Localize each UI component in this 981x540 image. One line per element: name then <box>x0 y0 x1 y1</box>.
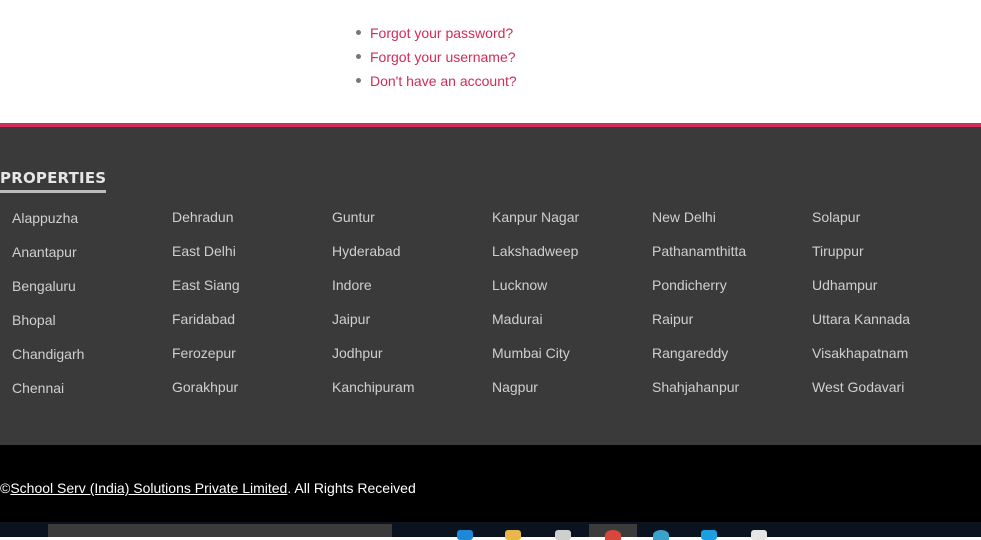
properties-column: Solapur Tiruppur Udhampur Uttara Kannada… <box>812 207 972 411</box>
property-link[interactable]: Uttara Kannada <box>812 309 972 343</box>
properties-footer: PROPERTIES Alappuzha Anantapur Bengaluru… <box>0 123 981 445</box>
store-icon[interactable] <box>555 530 571 540</box>
properties-column: New Delhi Pathanamthitta Pondicherry Rai… <box>652 207 812 411</box>
property-link[interactable]: Kanpur Nagar <box>492 207 652 241</box>
property-link[interactable]: Nagpur <box>492 377 652 411</box>
property-link[interactable]: Pathanamthitta <box>652 241 812 275</box>
account-links-section: Forgot your password? Forgot your userna… <box>0 0 981 123</box>
list-item: Forgot your username? <box>356 46 517 70</box>
properties-column: Guntur Hyderabad Indore Jaipur Jodhpur K… <box>332 207 492 411</box>
property-link[interactable]: Raipur <box>652 309 812 343</box>
file-explorer-icon[interactable] <box>505 530 521 540</box>
properties-column: Kanpur Nagar Lakshadweep Lucknow Madurai… <box>492 207 652 411</box>
forgot-password-link[interactable]: Forgot your password? <box>370 25 513 41</box>
property-link[interactable]: Solapur <box>812 207 972 241</box>
taskbar-search-box[interactable] <box>48 524 392 537</box>
chrome-icon[interactable] <box>605 530 621 540</box>
property-link[interactable]: West Godavari <box>812 377 972 411</box>
property-link[interactable]: Lucknow <box>492 275 652 309</box>
property-link[interactable]: Guntur <box>332 207 492 241</box>
skype-icon[interactable] <box>701 530 717 540</box>
property-link[interactable]: Chennai <box>12 378 172 412</box>
list-item: Don't have an account? <box>356 70 517 94</box>
property-link[interactable]: Jodhpur <box>332 343 492 377</box>
edge-icon[interactable] <box>457 530 473 540</box>
property-link[interactable]: Tiruppur <box>812 241 972 275</box>
property-link[interactable]: East Delhi <box>172 241 332 275</box>
property-link[interactable]: Hyderabad <box>332 241 492 275</box>
property-link[interactable]: Mumbai City <box>492 343 652 377</box>
bullet-icon <box>356 54 361 59</box>
property-link[interactable]: Madurai <box>492 309 652 343</box>
property-link[interactable]: Lakshadweep <box>492 241 652 275</box>
account-links-list: Forgot your password? Forgot your userna… <box>356 22 517 94</box>
property-link[interactable]: Ferozepur <box>172 343 332 377</box>
property-link[interactable]: Jaipur <box>332 309 492 343</box>
property-link[interactable]: Chandigarh <box>12 344 172 378</box>
properties-grid: Alappuzha Anantapur Bengaluru Bhopal Cha… <box>12 207 972 427</box>
property-link[interactable]: New Delhi <box>652 207 812 241</box>
bullet-icon <box>356 78 361 83</box>
properties-column: Alappuzha Anantapur Bengaluru Bhopal Cha… <box>12 207 172 412</box>
copyright-text: ©School Serv (India) Solutions Private L… <box>0 480 416 496</box>
taskbar <box>0 522 981 540</box>
property-link[interactable]: Rangareddy <box>652 343 812 377</box>
property-link[interactable]: Gorakhpur <box>172 377 332 411</box>
property-link[interactable]: Alappuzha <box>12 208 172 242</box>
rights-text: . All Rights Received <box>287 480 416 496</box>
notepad-icon[interactable] <box>751 530 767 540</box>
property-link[interactable]: Anantapur <box>12 242 172 276</box>
bullet-icon <box>356 30 361 35</box>
property-link[interactable]: Kanchipuram <box>332 377 492 411</box>
globe-icon[interactable] <box>653 530 669 540</box>
property-link[interactable]: Visakhapatnam <box>812 343 972 377</box>
properties-heading: PROPERTIES <box>0 169 107 193</box>
create-account-link[interactable]: Don't have an account? <box>370 73 517 89</box>
property-link[interactable]: Faridabad <box>172 309 332 343</box>
property-link[interactable]: Pondicherry <box>652 275 812 309</box>
property-link[interactable]: Bhopal <box>12 310 172 344</box>
forgot-username-link[interactable]: Forgot your username? <box>370 49 516 65</box>
property-link[interactable]: East Siang <box>172 275 332 309</box>
property-link[interactable]: Shahjahanpur <box>652 377 812 411</box>
copyright-symbol: © <box>0 480 11 496</box>
property-link[interactable]: Indore <box>332 275 492 309</box>
property-link[interactable]: Bengaluru <box>12 276 172 310</box>
company-link[interactable]: School Serv (India) Solutions Private Li… <box>10 480 287 496</box>
property-link[interactable]: Udhampur <box>812 275 972 309</box>
property-link[interactable]: Dehradun <box>172 207 332 241</box>
properties-column: Dehradun East Delhi East Siang Faridabad… <box>172 207 332 411</box>
list-item: Forgot your password? <box>356 22 517 46</box>
